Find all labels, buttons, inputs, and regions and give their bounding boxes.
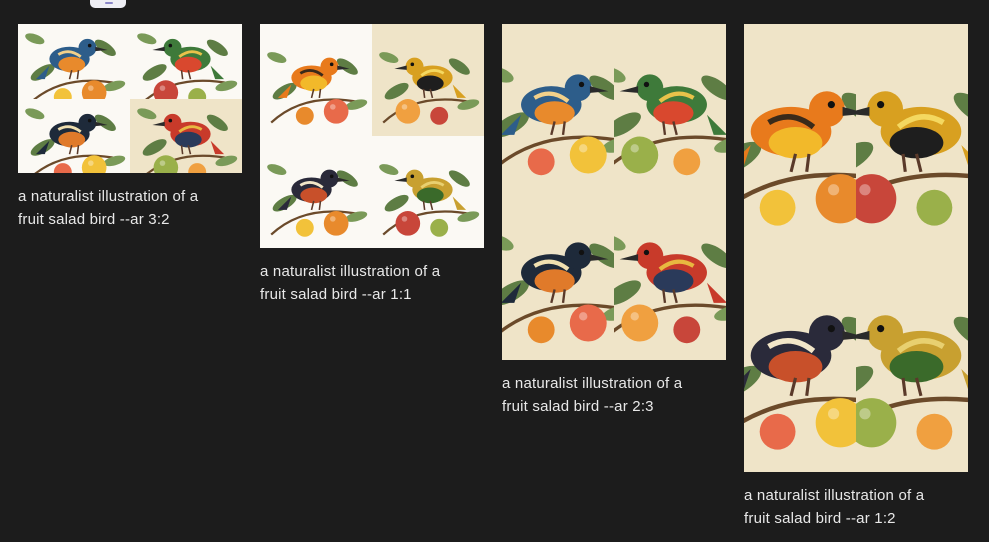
bird-fruit-illustration-icon <box>18 24 130 99</box>
bird-fruit-illustration-icon <box>502 192 614 360</box>
bird-fruit-illustration-icon <box>856 248 968 472</box>
bird-fruit-illustration-icon <box>614 192 726 360</box>
illustration-tile[interactable] <box>372 24 484 136</box>
illustration-tile[interactable] <box>130 24 242 99</box>
illustration-tile[interactable] <box>502 192 614 360</box>
illustration-tile[interactable] <box>744 24 856 248</box>
illustration-tile[interactable] <box>502 24 614 192</box>
illustration-tile[interactable] <box>614 192 726 360</box>
bird-fruit-illustration-icon <box>130 24 242 99</box>
image-grid[interactable] <box>502 24 726 360</box>
bird-fruit-illustration-icon <box>260 136 372 248</box>
image-card-ar-1-1[interactable]: a naturalist illustration of a fruit sal… <box>260 24 484 306</box>
image-grid[interactable] <box>744 24 968 472</box>
image-card-ar-3-2[interactable]: a naturalist illustration of a fruit sal… <box>18 24 242 231</box>
illustration-tile[interactable] <box>372 136 484 248</box>
image-caption: a naturalist illustration of a fruit sal… <box>744 487 925 527</box>
bird-fruit-illustration-icon <box>856 24 968 248</box>
bird-fruit-illustration-icon <box>18 98 130 173</box>
image-grid[interactable] <box>18 24 242 173</box>
bird-fruit-illustration-icon <box>372 136 484 248</box>
image-card-ar-2-3[interactable]: a naturalist illustration of a fruit sal… <box>502 24 726 418</box>
illustration-tile[interactable] <box>614 24 726 192</box>
image-caption: a naturalist illustration of a fruit sal… <box>18 188 199 228</box>
image-card-ar-1-2[interactable]: a naturalist illustration of a fruit sal… <box>744 24 968 530</box>
image-caption: a naturalist illustration of a fruit sal… <box>260 263 441 303</box>
bird-fruit-illustration-icon <box>260 24 372 136</box>
bird-fruit-illustration-icon <box>744 248 856 472</box>
illustration-tile[interactable] <box>856 248 968 472</box>
partial-top-button-icon[interactable] <box>90 0 126 8</box>
illustration-tile[interactable] <box>18 98 130 173</box>
illustration-tile[interactable] <box>260 136 372 248</box>
image-grid[interactable] <box>260 24 484 248</box>
bird-fruit-illustration-icon <box>502 24 614 192</box>
bird-fruit-illustration-icon <box>614 24 726 192</box>
illustration-tile[interactable] <box>260 24 372 136</box>
bird-fruit-illustration-icon <box>372 24 484 136</box>
image-caption: a naturalist illustration of a fruit sal… <box>502 375 683 415</box>
bird-fruit-illustration-icon <box>130 98 242 173</box>
illustration-tile[interactable] <box>856 24 968 248</box>
bird-fruit-illustration-icon <box>744 24 856 248</box>
illustration-tile[interactable] <box>18 24 130 99</box>
illustration-tile[interactable] <box>130 98 242 173</box>
illustration-tile[interactable] <box>744 248 856 472</box>
